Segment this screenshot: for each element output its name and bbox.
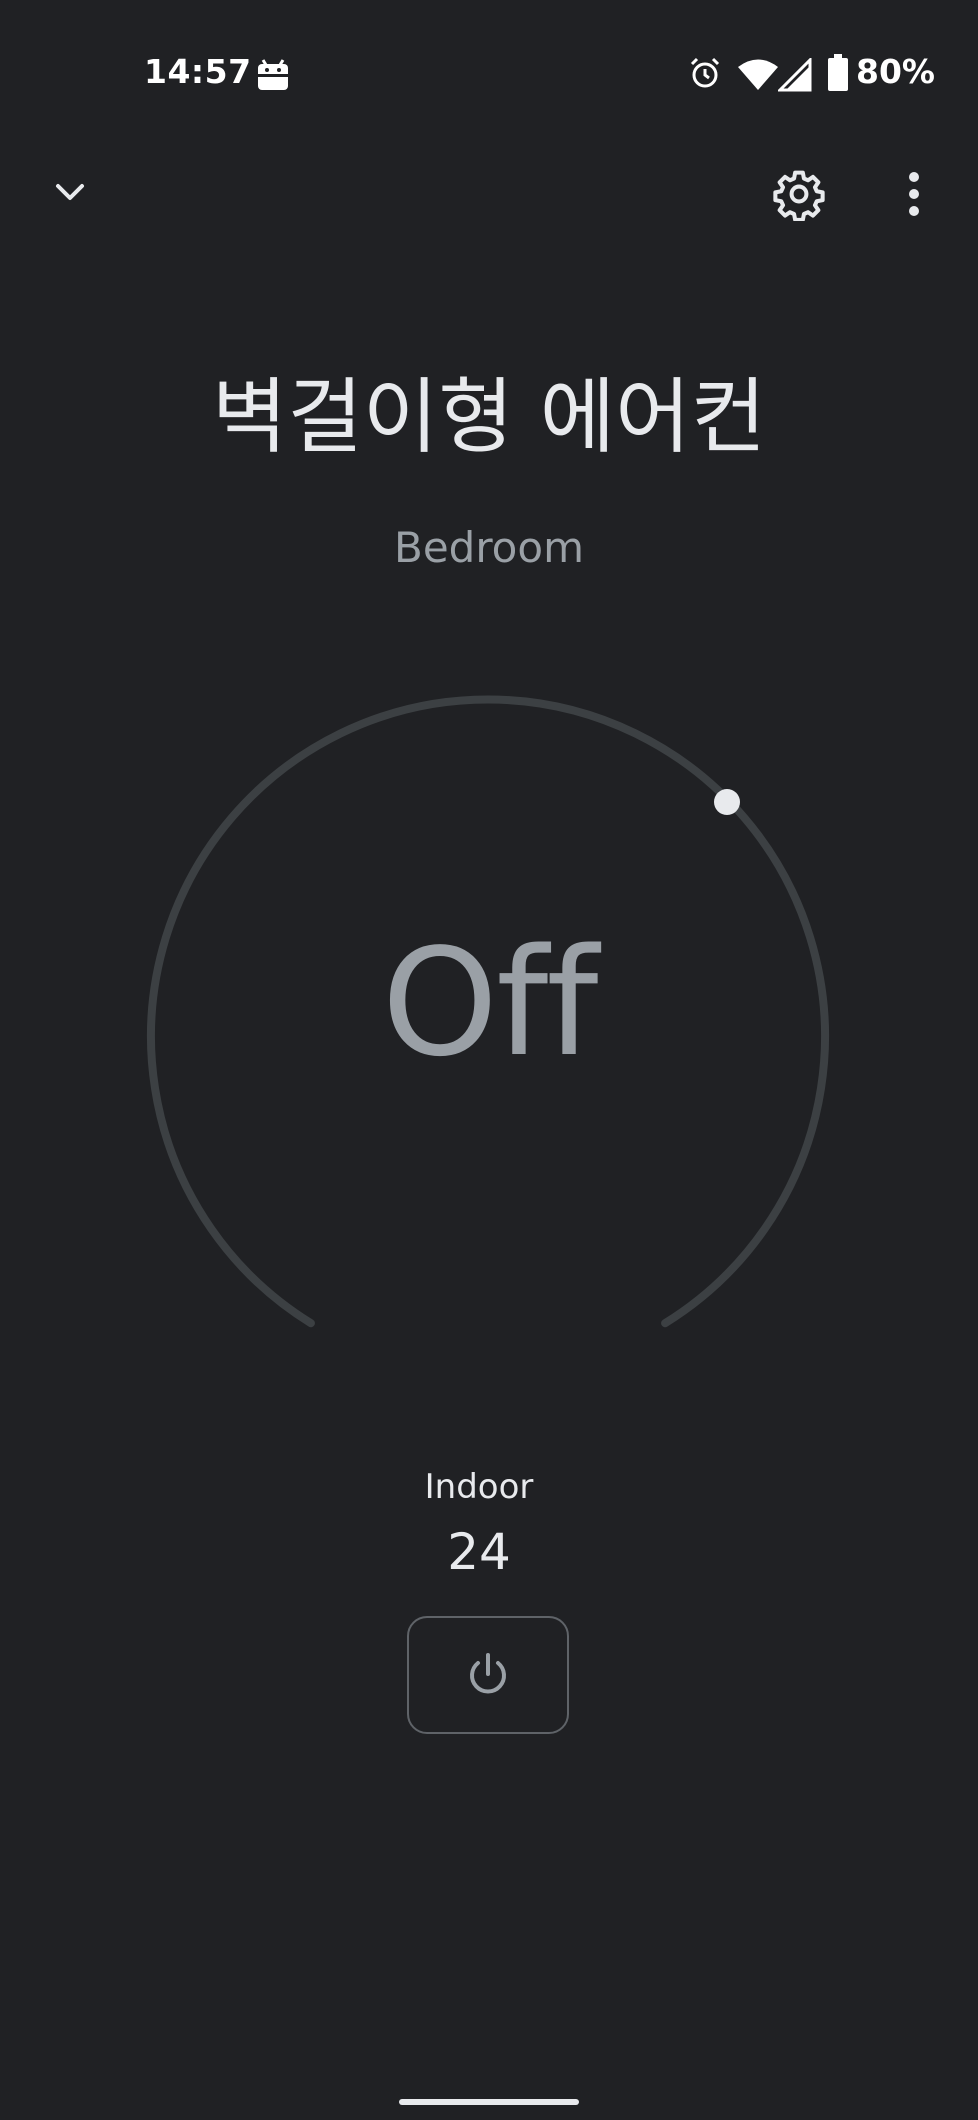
indoor-temperature-value: 24 (447, 1523, 511, 1581)
device-title: 벽걸이형 에어컨 (211, 370, 767, 465)
power-icon (470, 1653, 506, 1694)
status-bar: 14:57 80% (0, 0, 978, 150)
chevron-down-icon (56, 184, 84, 200)
dial-handle[interactable] (714, 789, 740, 815)
alarm-icon (690, 57, 720, 88)
cell-signal-icon (778, 58, 812, 92)
wifi-icon (738, 59, 778, 90)
collapse-button[interactable] (40, 162, 100, 222)
more-options-button[interactable] (884, 163, 944, 225)
gesture-nav-handle[interactable] (399, 2099, 579, 2105)
status-time: 14:57 (144, 52, 252, 91)
dial-status: Off (381, 917, 599, 1089)
battery-icon (828, 54, 848, 91)
battery-percent: 80% (856, 52, 935, 91)
settings-button[interactable] (768, 163, 830, 225)
gear-icon (773, 170, 825, 221)
more-vert-icon (909, 172, 919, 216)
android-app-icon (258, 59, 288, 90)
device-room: Bedroom (394, 523, 584, 572)
indoor-label: Indoor (424, 1467, 534, 1507)
power-button[interactable] (407, 1616, 569, 1734)
